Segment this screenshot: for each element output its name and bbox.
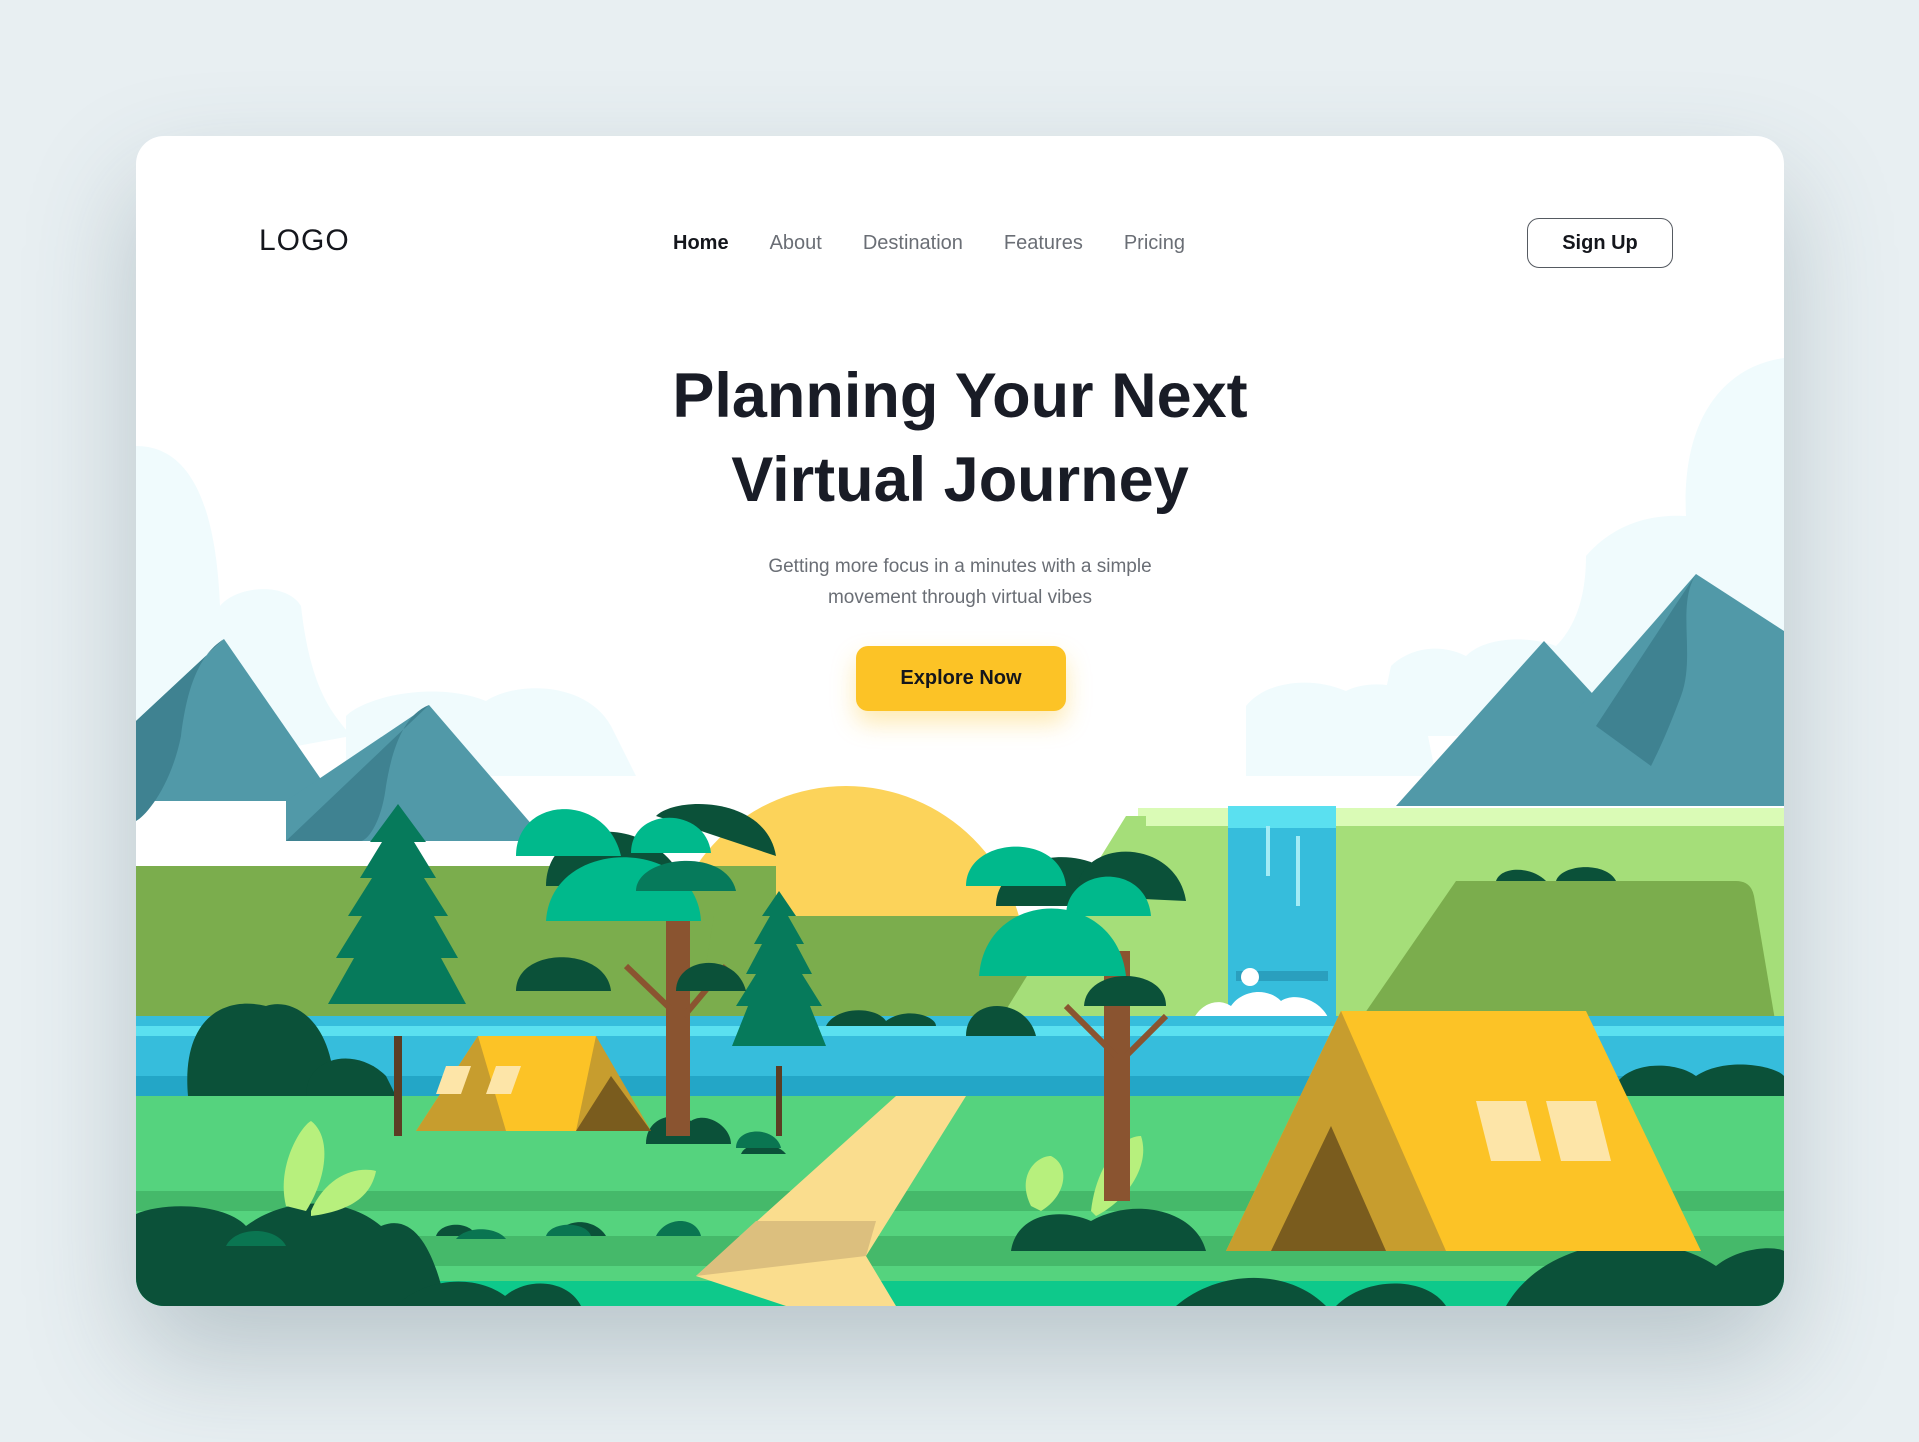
hero-subtitle: Getting more focus in a minutes with a s… [710,551,1210,613]
nav-destination[interactable]: Destination [863,232,963,255]
nav-about[interactable]: About [770,232,822,255]
nav-pricing[interactable]: Pricing [1124,232,1185,255]
nav-features[interactable]: Features [1004,232,1083,255]
hero-subtitle-line-1: Getting more focus in a minutes with a s… [768,556,1152,577]
nav-home[interactable]: Home [673,232,729,255]
landscape-illustration [136,358,1784,1306]
explore-now-button[interactable]: Explore Now [856,646,1066,711]
hero-title-line-1: Planning Your Next [672,361,1248,431]
hero-title-line-2: Virtual Journey [731,445,1189,515]
sign-up-button[interactable]: Sign Up [1527,218,1673,268]
logo[interactable]: LOGO [259,224,350,258]
landing-card: LOGO Home About Destination Features Pri… [136,136,1784,1306]
hero-subtitle-line-2: movement through virtual vibes [827,587,1092,608]
main-nav: Home About Destination Features Pricing [673,232,1226,255]
hero-title: Planning Your Next Virtual Journey [510,354,1410,522]
